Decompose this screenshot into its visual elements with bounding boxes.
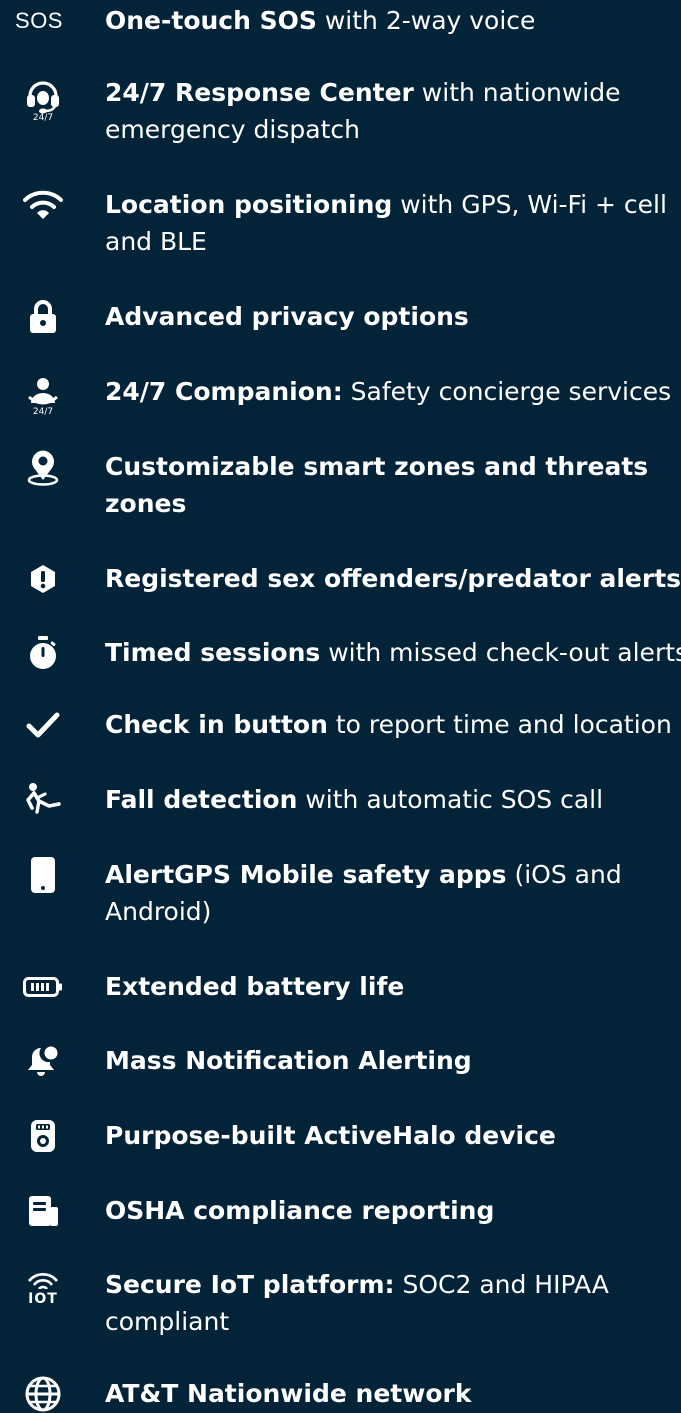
battery-icon	[20, 968, 66, 1006]
feature-text: Timed sessions with missed check-out ale…	[105, 638, 681, 667]
companion-24-7-icon: 24/7	[20, 373, 66, 421]
wifi-icon	[20, 186, 66, 224]
feature-text: Fall detection with automatic SOS call	[105, 785, 604, 814]
stopwatch-icon	[20, 634, 66, 672]
report-document-icon	[20, 1192, 66, 1230]
feature-list: SOS One-touch SOS with 2-way voice 24/7 …	[0, 0, 681, 1412]
feature-text: Location positioning with GPS, Wi-Fi + c…	[105, 190, 667, 256]
feature-text: Customizable smart zones and threats zon…	[105, 452, 649, 518]
feature-text: Advanced privacy options	[105, 302, 469, 331]
feature-text: Check in button to report time and locat…	[105, 710, 672, 739]
feature-text: AlertGPS Mobile safety apps (iOS and And…	[105, 860, 622, 926]
feature-text: Secure IoT platform: SOC2 and HIPAA comp…	[105, 1270, 609, 1336]
mobile-phone-icon	[20, 856, 66, 894]
checkmark-icon	[20, 706, 66, 744]
location-pin-icon	[20, 448, 66, 486]
feature-text: Extended battery life	[105, 972, 405, 1001]
lock-icon	[20, 298, 66, 336]
headset-24-7-icon: 24/7	[20, 74, 66, 128]
feature-text: AT&T Nationwide network	[105, 1379, 472, 1408]
alert-shield-icon	[20, 560, 66, 598]
feature-text: One-touch SOS with 2-way voice	[105, 6, 536, 35]
device-icon	[20, 1117, 66, 1155]
feature-text: 24/7 Response Center with nationwide eme…	[105, 78, 621, 144]
notification-bell-icon	[20, 1042, 66, 1080]
feature-text: Mass Notification Alerting	[105, 1046, 472, 1075]
feature-text: Purpose-built ActiveHalo device	[105, 1121, 556, 1150]
feature-text: Registered sex offenders/predator alerts	[105, 564, 681, 593]
iot-icon: IOT	[20, 1266, 66, 1312]
globe-icon	[20, 1375, 66, 1413]
sos-icon: SOS	[15, 8, 63, 33]
feature-text: OSHA compliance reporting	[105, 1196, 495, 1225]
feature-text: 24/7 Companion: Safety concierge service…	[105, 377, 672, 406]
falling-person-icon	[20, 781, 66, 819]
